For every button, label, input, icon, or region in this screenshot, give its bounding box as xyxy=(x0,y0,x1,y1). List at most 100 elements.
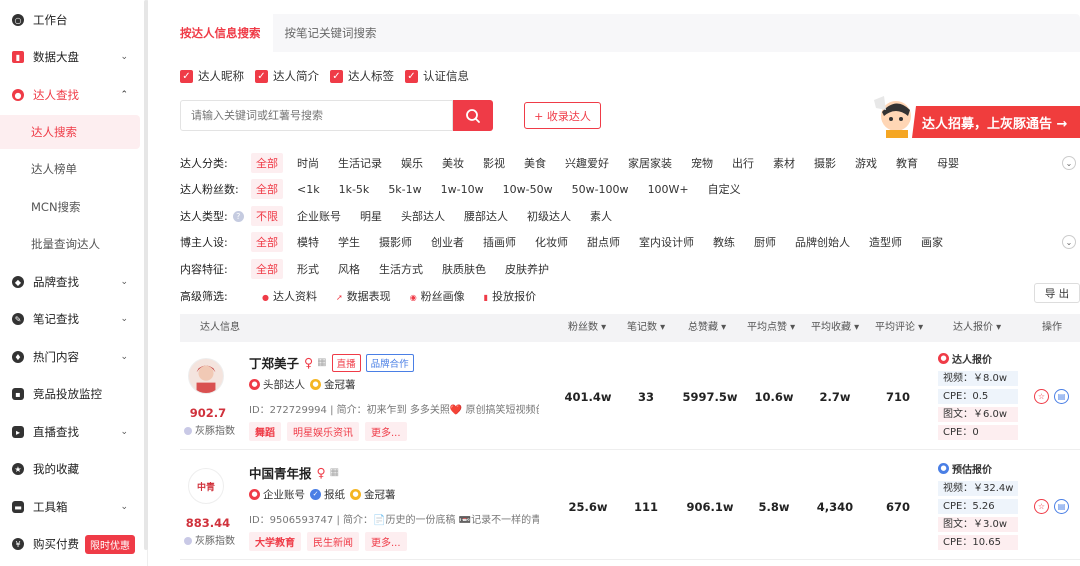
advanced-option-data[interactable]: ➚ 数据表现 xyxy=(336,288,391,304)
filter-option[interactable]: 室内设计师 xyxy=(639,234,694,250)
content-tag[interactable]: 民生新闻 xyxy=(307,532,359,551)
influencer-name[interactable]: 中国青年报 ♀ ▦ xyxy=(249,463,339,482)
content-tag[interactable]: 明星娱乐资讯 xyxy=(287,422,359,441)
checkbox-tags[interactable]: ✓ 达人标签 xyxy=(330,68,394,84)
filter-option[interactable]: 出行 xyxy=(732,155,754,171)
filter-option[interactable]: 插画师 xyxy=(483,234,516,250)
sidebar-scrollbar[interactable] xyxy=(144,0,148,550)
sidebar-item-influencer-search[interactable]: ● 达人查找 ⌃ xyxy=(0,77,142,113)
filter-option[interactable]: 自定义 xyxy=(708,181,741,197)
filter-option[interactable]: 游戏 xyxy=(855,155,877,171)
header-price-sort[interactable]: 达人报价 ▾ xyxy=(953,314,1001,342)
filter-option[interactable]: 50w-100w xyxy=(572,183,629,196)
add-influencer-button[interactable]: + 收录达人 xyxy=(524,102,601,129)
filter-option[interactable]: 美食 xyxy=(524,155,546,171)
sidebar-item-competitor-monitor[interactable]: ▪ 竞品投放监控 xyxy=(0,376,142,412)
filter-option[interactable]: 全部 xyxy=(251,259,283,279)
sidebar-item-dashboard[interactable]: ▮ 数据大盘 ⌄ xyxy=(0,39,142,75)
filter-option[interactable]: 头部达人 xyxy=(401,208,445,224)
filter-option[interactable]: 厨师 xyxy=(754,234,776,250)
filter-option[interactable]: 宠物 xyxy=(691,155,713,171)
filter-option[interactable]: 肤质肤色 xyxy=(442,261,486,277)
export-button[interactable]: 导 出 xyxy=(1034,283,1080,303)
sidebar-item-favorites[interactable]: ★ 我的收藏 xyxy=(0,451,142,487)
filter-option[interactable]: 明星 xyxy=(360,208,382,224)
advanced-option-price[interactable]: ▮ 投放报价 xyxy=(484,288,536,304)
filter-option[interactable]: 母婴 xyxy=(937,155,959,171)
filter-option[interactable]: 皮肤养护 xyxy=(505,261,549,277)
sidebar-item-purchase[interactable]: ¥ 购买付费 限时优惠 xyxy=(0,526,142,562)
filter-option[interactable]: 风格 xyxy=(338,261,360,277)
filter-option[interactable]: 娱乐 xyxy=(401,155,423,171)
filter-option[interactable]: 造型师 xyxy=(869,234,902,250)
expand-chevron-icon[interactable]: ⌄ xyxy=(1062,156,1076,170)
sidebar-subitem-mcn-search[interactable]: MCN搜索 xyxy=(0,190,140,224)
filter-option[interactable]: 时尚 xyxy=(297,155,319,171)
search-button[interactable] xyxy=(453,100,493,131)
sidebar-item-note-search[interactable]: ✎ 笔记查找 ⌄ xyxy=(0,301,142,337)
filter-option[interactable]: 学生 xyxy=(338,234,360,250)
filter-option[interactable]: 初级达人 xyxy=(527,208,571,224)
checkbox-bio[interactable]: ✓ 达人简介 xyxy=(255,68,319,84)
filter-option[interactable]: 全部 xyxy=(251,179,283,199)
filter-option[interactable]: 5k-1w xyxy=(388,183,421,196)
help-icon[interactable]: ? xyxy=(232,210,244,222)
filter-option[interactable]: 素材 xyxy=(773,155,795,171)
sidebar-item-toolbox[interactable]: ▬ 工具箱 ⌄ xyxy=(0,489,142,525)
favorite-star-icon[interactable]: ☆ xyxy=(1034,389,1049,404)
filter-option[interactable]: 100W+ xyxy=(648,183,689,196)
sidebar-subitem-batch-query[interactable]: 批量查询达人 xyxy=(0,227,140,261)
filter-option[interactable]: 家居家装 xyxy=(628,155,672,171)
content-tag[interactable]: 大学教育 xyxy=(249,532,301,551)
compare-icon[interactable]: ▤ xyxy=(1054,389,1069,404)
filter-option[interactable]: 生活记录 xyxy=(338,155,382,171)
filter-option[interactable]: 生活方式 xyxy=(379,261,423,277)
filter-option[interactable]: 不限 xyxy=(251,206,283,226)
qrcode-icon[interactable]: ▦ xyxy=(317,357,326,368)
filter-option[interactable]: 影视 xyxy=(483,155,505,171)
checkbox-verification[interactable]: ✓ 认证信息 xyxy=(405,68,469,84)
filter-option[interactable]: 素人 xyxy=(590,208,612,224)
search-input[interactable] xyxy=(180,100,453,131)
checkbox-nickname[interactable]: ✓ 达人昵称 xyxy=(180,68,244,84)
filter-option[interactable]: 摄影 xyxy=(814,155,836,171)
filter-option[interactable]: 模特 xyxy=(297,234,319,250)
tab-note-keyword-search[interactable]: 按笔记关键词搜索 xyxy=(273,14,389,52)
sidebar-item-hot-content[interactable]: ♦ 热门内容 ⌄ xyxy=(0,339,142,375)
advanced-option-fans[interactable]: ◉ 粉丝画像 xyxy=(410,288,465,304)
table-row[interactable]: 中青 883.44 灰豚指数 中国青年报 ♀ ▦ ● 企业账号 ✓ 报纸 ● 金… xyxy=(180,452,1080,560)
filter-option[interactable]: 形式 xyxy=(297,261,319,277)
filter-option[interactable]: 兴趣爱好 xyxy=(565,155,609,171)
sidebar-item-workbench[interactable]: ○ 工作台 xyxy=(0,2,142,38)
table-row[interactable]: 902.7 灰豚指数 丁郑美子 ♀ ▦ 直播 品牌合作 ● 头部达人 ● 金冠薯… xyxy=(180,342,1080,450)
filter-option[interactable]: 腰部达人 xyxy=(464,208,508,224)
avatar[interactable]: 中青 xyxy=(188,468,224,504)
compare-icon[interactable]: ▤ xyxy=(1054,499,1069,514)
sidebar-subitem-influencer-ranking[interactable]: 达人榜单 xyxy=(0,152,140,186)
sidebar-item-live-search[interactable]: ▸ 直播查找 ⌄ xyxy=(0,414,142,450)
more-tags[interactable]: 更多... xyxy=(365,532,407,551)
filter-option[interactable]: 企业账号 xyxy=(297,208,341,224)
filter-option[interactable]: 美妆 xyxy=(442,155,464,171)
filter-option[interactable]: 品牌创始人 xyxy=(795,234,850,250)
filter-option[interactable]: 1w-10w xyxy=(441,183,484,196)
content-tag[interactable]: 舞蹈 xyxy=(249,422,281,441)
recruit-banner[interactable]: 达人招募，上灰豚通告 → xyxy=(872,94,1080,138)
expand-chevron-icon[interactable]: ⌄ xyxy=(1062,235,1076,249)
header-likes-sort[interactable]: 总赞藏 ▾ xyxy=(688,314,726,342)
filter-option[interactable]: 创业者 xyxy=(431,234,464,250)
sidebar-item-brand-search[interactable]: ◆ 品牌查找 ⌄ xyxy=(0,264,142,300)
tab-influencer-info-search[interactable]: 按达人信息搜索 xyxy=(168,14,273,52)
favorite-star-icon[interactable]: ☆ xyxy=(1034,499,1049,514)
advanced-option-profile[interactable]: ● 达人资料 xyxy=(262,288,317,304)
header-notes-sort[interactable]: 笔记数 ▾ xyxy=(627,314,665,342)
filter-option[interactable]: 全部 xyxy=(251,153,283,173)
header-fans-sort[interactable]: 粉丝数 ▾ xyxy=(568,314,606,342)
header-avg-fav-sort[interactable]: 平均收藏 ▾ xyxy=(811,314,859,342)
filter-option[interactable]: 化妆师 xyxy=(535,234,568,250)
header-avg-comment-sort[interactable]: 平均评论 ▾ xyxy=(875,314,923,342)
header-avg-like-sort[interactable]: 平均点赞 ▾ xyxy=(747,314,795,342)
filter-option[interactable]: <1k xyxy=(297,183,320,196)
filter-option[interactable]: 教育 xyxy=(896,155,918,171)
filter-option[interactable]: 全部 xyxy=(251,232,283,252)
